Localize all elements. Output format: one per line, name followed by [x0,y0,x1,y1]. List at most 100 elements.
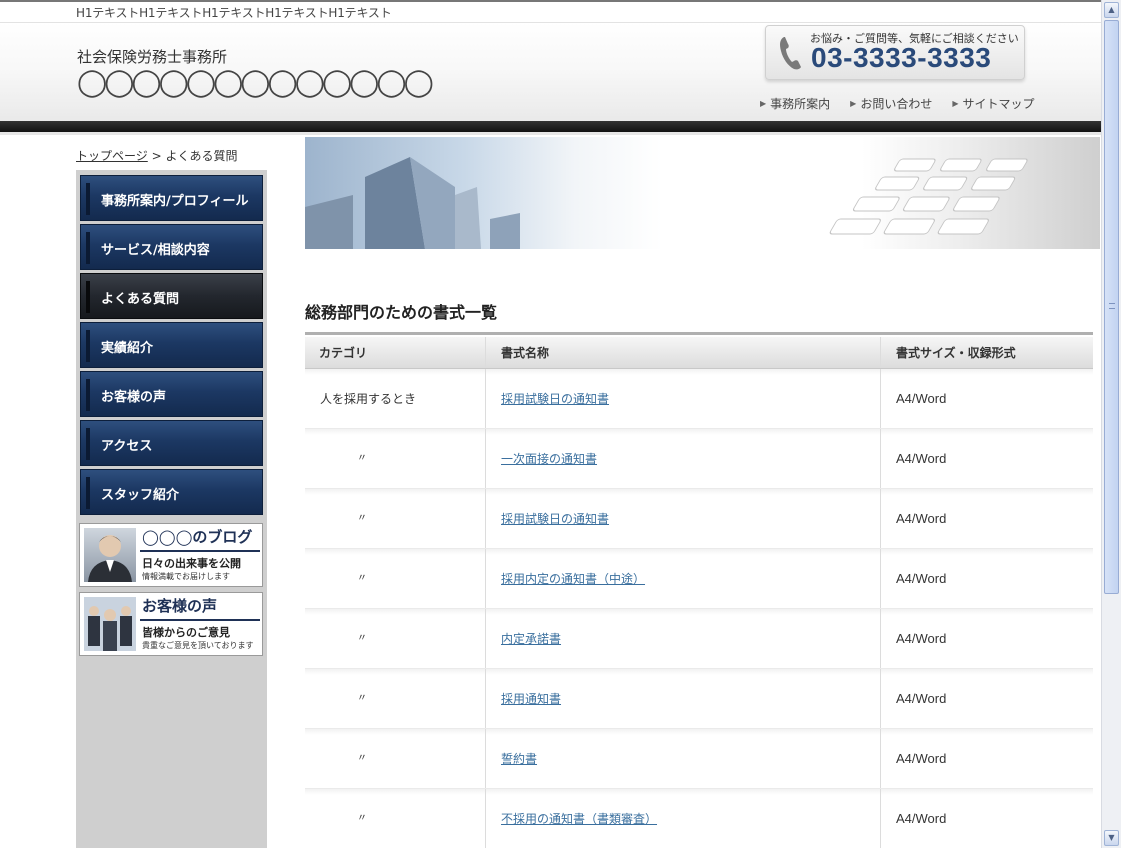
table-row: 〃 採用内定の通知書（中途） A4/Word [305,549,1093,609]
person-portrait-image [84,528,136,582]
column-divider [880,729,881,788]
column-divider [880,609,881,668]
sidebar-item-access[interactable]: アクセス [80,420,263,466]
nav-link-contact[interactable]: ▶ お問い合わせ [850,95,932,112]
hero-banner-image [305,137,1100,249]
cell-doc-link[interactable]: 採用内定の通知書（中途） [501,549,645,609]
blog-banner[interactable]: ◯◯◯のブログ 日々の出来事を公開 情報満載でお届けします [79,523,263,587]
column-divider [880,369,881,428]
cell-category: 人を採用するとき [320,392,417,406]
column-divider [485,489,486,548]
testimonials-banner-title: お客様の声 [142,597,218,615]
cell-doc-link[interactable]: 一次面接の通知書 [501,429,597,489]
nav-link-label: 事務所案内 [770,97,831,111]
group-people-image [84,597,136,651]
sidebar-item-label: スタッフ紹介 [101,488,180,503]
column-header-doc-name: 書式名称 [501,346,550,360]
cell-category: 〃 [357,633,367,644]
cell-doc-link[interactable]: 採用通知書 [501,669,561,729]
sidebar-item-label: お客様の声 [101,390,167,405]
scrollbar-grip-icon [1109,303,1115,309]
nav-link-label: お問い合わせ [860,97,933,111]
sidebar-item-faq[interactable]: よくある質問 [80,273,263,319]
column-header-format: 書式サイズ・収録形式 [896,346,1016,360]
banner-rule [140,550,260,552]
cell-category: 〃 [357,693,367,704]
sidebar-item-office[interactable]: 事務所案内/プロフィール [80,175,263,221]
sidebar-item-label: サービス/相談内容 [101,243,210,258]
hero-illustration [305,157,1028,249]
cell-category: 〃 [357,813,367,824]
sidebar-item-services[interactable]: サービス/相談内容 [80,224,263,270]
table-row: 〃 採用試験日の通知書 A4/Word [305,489,1093,549]
breadcrumb-home-link[interactable]: トップページ [76,149,148,163]
cell-format: A4/Word [896,631,947,646]
sidebar-item-label: 事務所案内/プロフィール [101,194,249,209]
sidebar-item-label: よくある質問 [101,292,180,307]
menu-tab-marker [86,183,90,215]
blog-banner-subtitle: 日々の出来事を公開 [142,557,241,570]
section-title: 総務部門のための書式一覧 [305,303,498,322]
phone-contact-box: お悩み・ご質問等、気軽にご相談ください 03-3333-3333 [765,25,1025,80]
column-divider [880,337,881,368]
menu-tab-marker [86,428,90,460]
sidebar: 事務所案内/プロフィール サービス/相談内容 よくある質問 実績紹介 お客様の声… [76,170,267,848]
breadcrumb-current: よくある質問 [165,149,238,163]
table-row: 〃 不採用の通知書（書類審査） A4/Word [305,789,1093,848]
cell-format: A4/Word [896,451,947,466]
menu-tab-marker [86,330,90,362]
cell-category: 〃 [357,513,367,524]
nav-link-sitemap[interactable]: ▶ サイトマップ [952,95,1034,112]
sidebar-item-results[interactable]: 実績紹介 [80,322,263,368]
phone-number[interactable]: 03-3333-3333 [811,42,991,74]
column-divider [485,789,486,848]
cell-format: A4/Word [896,691,947,706]
testimonials-banner[interactable]: お客様の声 皆様からのご意見 貴重なご意見を頂いております [79,592,263,656]
triangle-right-icon: ▶ [850,99,857,108]
sidebar-item-testimonials[interactable]: お客様の声 [80,371,263,417]
column-divider [485,369,486,428]
menu-tab-marker [86,379,90,411]
cell-doc-link[interactable]: 不採用の通知書（書類審査） [501,789,657,848]
cell-doc-link[interactable]: 誓約書 [501,729,537,789]
nav-link-office[interactable]: ▶ 事務所案内 [760,95,830,112]
cell-format: A4/Word [896,571,947,586]
cell-doc-link[interactable]: 採用試験日の通知書 [501,489,609,549]
testimonials-banner-subtitle: 皆様からのご意見 [142,626,230,639]
sidebar-item-staff[interactable]: スタッフ紹介 [80,469,263,515]
column-divider [485,669,486,728]
column-divider [485,609,486,668]
scroll-up-arrow-icon[interactable]: ▲ [1104,2,1119,18]
table-row: 〃 一次面接の通知書 A4/Word [305,429,1093,489]
scrollbar-thumb[interactable] [1104,20,1119,594]
top-bar: H1テキストH1テキストH1テキストH1テキストH1テキスト [0,0,1101,22]
header-underline [0,132,1101,135]
office-name-logo[interactable]: ◯◯◯◯◯◯◯◯◯◯◯◯◯ [77,67,434,98]
table-row: 〃 採用通知書 A4/Word [305,669,1093,729]
blog-banner-note: 情報満載でお届けします [142,572,230,581]
sidebar-item-label: アクセス [101,439,153,454]
breadcrumb-separator: > [147,149,166,163]
cell-doc-link[interactable]: 採用試験日の通知書 [501,369,609,429]
sidebar-item-label: 実績紹介 [101,341,154,356]
banner-rule [140,619,260,621]
vertical-scrollbar[interactable]: ▲ ▼ [1101,0,1121,848]
triangle-right-icon: ▶ [760,99,767,108]
table-row: 人を採用するとき 採用試験日の通知書 A4/Word [305,369,1093,429]
scroll-down-arrow-icon[interactable]: ▼ [1104,830,1119,846]
column-divider [880,789,881,848]
header-divider-bar [0,121,1101,132]
table-row: 〃 誓約書 A4/Word [305,729,1093,789]
column-divider [485,429,486,488]
column-divider [485,549,486,608]
cell-category: 〃 [357,573,367,584]
site-header: 社会保険労務士事務所 ◯◯◯◯◯◯◯◯◯◯◯◯◯ お悩み・ご質問等、気軽にご相談… [0,22,1101,122]
column-divider [880,429,881,488]
nav-link-label: サイトマップ [962,97,1035,111]
cell-doc-link[interactable]: 内定承諾書 [501,609,561,669]
blog-banner-title: ◯◯◯のブログ [142,528,253,546]
menu-tab-marker [86,232,90,264]
menu-tab-marker [86,281,90,313]
column-divider [485,729,486,788]
column-divider [880,549,881,608]
